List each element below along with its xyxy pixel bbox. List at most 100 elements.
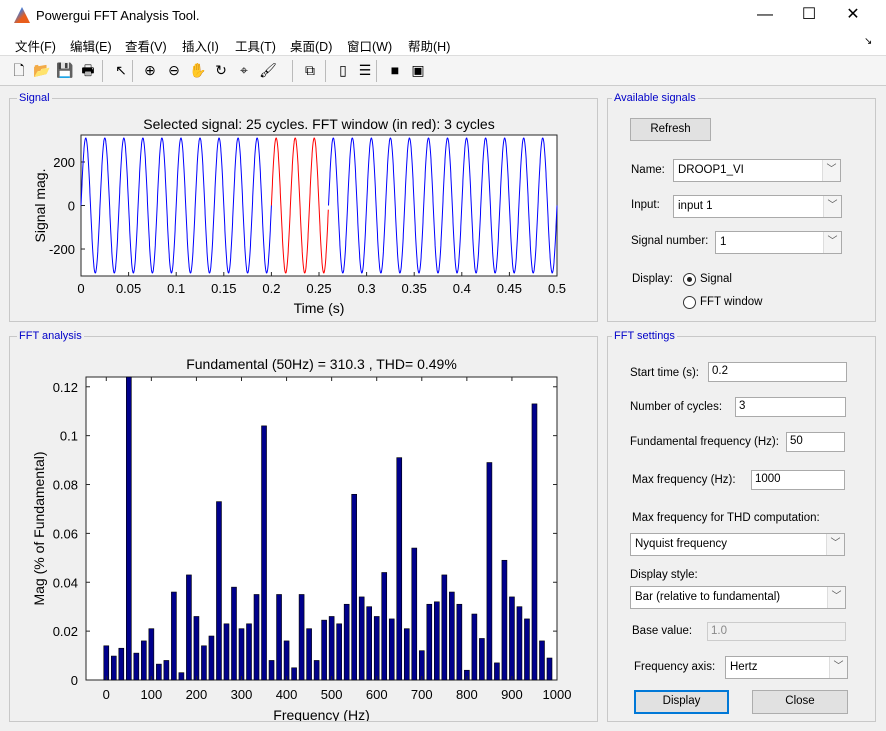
print-icon[interactable]: 🖶	[78, 60, 98, 80]
name-value: DROOP1_VI	[678, 164, 744, 176]
x-tick-label: 900	[501, 687, 523, 702]
data-cursor-icon[interactable]: ⌖	[234, 60, 254, 80]
colorbar-icon[interactable]: ▯	[333, 60, 353, 80]
x-tick-label: 0.45	[497, 281, 522, 296]
fft-bar	[186, 575, 191, 680]
cycles-input[interactable]: 3	[735, 397, 846, 417]
maximize-button[interactable]: ☐	[789, 4, 829, 28]
menu-file[interactable]: 文件(F)	[15, 36, 56, 55]
close-button[interactable]: Close	[752, 690, 848, 714]
fft-bar	[164, 660, 169, 680]
start-time-input[interactable]: 0.2	[708, 362, 847, 382]
menu-insert[interactable]: 插入(I)	[182, 36, 219, 55]
fft-bar	[284, 641, 289, 680]
hide-plot-tools-icon[interactable]: ■	[385, 60, 405, 80]
fft-bar	[472, 614, 477, 680]
rotate-3d-icon[interactable]: ↻	[211, 60, 231, 80]
dock-arrow-icon[interactable]: ↘	[864, 36, 872, 47]
display-fft-window-radio[interactable]	[683, 296, 696, 309]
y-tick-label: 0.04	[53, 575, 78, 590]
y-tick-label: 0.12	[53, 380, 78, 395]
thd-max-frequency-label: Max frequency for THD computation:	[632, 512, 820, 524]
menu-window[interactable]: 窗口(W)	[347, 36, 392, 55]
chart-title: Selected signal: 25 cycles. FFT window (…	[143, 116, 494, 132]
fft-bar	[179, 673, 184, 680]
display-style-select[interactable]: Bar (relative to fundamental)﹀	[630, 586, 846, 609]
fft-bar	[134, 653, 139, 680]
y-tick-label: 200	[53, 155, 75, 170]
y-tick-label: 0	[68, 199, 75, 214]
x-tick-label: 0.05	[116, 281, 141, 296]
display-fft-window-label[interactable]: FFT window	[700, 296, 762, 308]
fft-bar	[194, 616, 199, 680]
fft-bar	[224, 624, 229, 680]
x-tick-label: 0.2	[262, 281, 280, 296]
fft-bar	[427, 604, 432, 680]
fft-bar-chart: Fundamental (50Hz) = 310.3 , THD= 0.49%0…	[0, 338, 600, 721]
x-tick-label: 800	[456, 687, 478, 702]
zoom-in-icon[interactable]: ⊕	[140, 60, 160, 80]
new-file-icon[interactable]: 🗋	[9, 60, 29, 80]
fft-bar	[216, 502, 221, 680]
fft-bar	[434, 602, 439, 680]
base-value-label: Base value:	[632, 625, 692, 637]
fft-bar	[382, 572, 387, 680]
pan-hand-icon[interactable]: ✋	[188, 60, 208, 80]
display-signal-radio[interactable]	[683, 273, 696, 286]
link-plot-icon[interactable]: ⧉	[300, 60, 320, 80]
legend-icon[interactable]: ☰	[355, 60, 375, 80]
open-folder-icon[interactable]: 📂	[32, 60, 52, 80]
y-tick-label: -200	[49, 242, 75, 257]
window-title: Powergui FFT Analysis Tool.	[36, 8, 200, 23]
x-axis-label: Time (s)	[294, 300, 345, 316]
menu-help[interactable]: 帮助(H)	[408, 36, 450, 55]
pointer-icon[interactable]: ↖	[111, 60, 131, 80]
input-label: Input:	[631, 199, 660, 211]
frequency-axis-select[interactable]: Hertz﹀	[725, 656, 848, 679]
fft-bar	[314, 660, 319, 680]
brush-icon[interactable]: 🖌	[258, 60, 278, 80]
x-tick-label: 200	[186, 687, 208, 702]
fft-bar	[307, 629, 312, 680]
y-tick-label: 0.02	[53, 624, 78, 639]
fft-bar	[539, 641, 544, 680]
display-signal-label[interactable]: Signal	[700, 273, 732, 285]
menu-edit[interactable]: 编辑(E)	[70, 36, 112, 55]
x-tick-label: 0.3	[358, 281, 376, 296]
name-label: Name:	[631, 164, 665, 176]
fft-bar	[201, 646, 206, 680]
chevron-down-icon: ﹀	[823, 196, 841, 217]
signal-number-select[interactable]: 1﹀	[715, 231, 842, 254]
matlab-logo-icon	[14, 7, 30, 23]
save-icon[interactable]: 💾	[55, 60, 75, 80]
menu-desktop[interactable]: 桌面(D)	[290, 36, 332, 55]
fft-bar	[457, 604, 462, 680]
fft-bar	[209, 636, 214, 680]
toolbar-separator	[376, 60, 377, 82]
fft-bar	[367, 607, 372, 680]
fft-bar	[262, 426, 267, 680]
x-tick-label: 0	[103, 687, 110, 702]
menu-bar: 文件(F) 编辑(E) 查看(V) 插入(I) 工具(T) 桌面(D) 窗口(W…	[0, 31, 886, 56]
x-tick-label: 0.15	[211, 281, 236, 296]
fft-bar	[494, 663, 499, 680]
fft-bar	[412, 548, 417, 680]
menu-view[interactable]: 查看(V)	[125, 36, 167, 55]
signal-plot: Selected signal: 25 cycles. FFT window (…	[0, 100, 600, 325]
close-window-button[interactable]: ✕	[833, 4, 873, 28]
menu-tools[interactable]: 工具(T)	[235, 36, 276, 55]
display-button[interactable]: Display	[634, 690, 729, 714]
input-select[interactable]: input 1﹀	[673, 195, 842, 218]
fundamental-frequency-input[interactable]: 50	[786, 432, 845, 452]
fft-bar	[374, 616, 379, 680]
zoom-out-icon[interactable]: ⊖	[164, 60, 184, 80]
minimize-button[interactable]: —	[745, 4, 785, 28]
show-plot-tools-icon[interactable]: ▣	[408, 60, 428, 80]
cycles-label: Number of cycles:	[630, 401, 722, 413]
fft-bar	[517, 607, 522, 680]
thd-max-frequency-select[interactable]: Nyquist frequency﹀	[630, 533, 845, 556]
max-frequency-input[interactable]: 1000	[751, 470, 845, 490]
fft-bar	[329, 616, 334, 680]
refresh-button[interactable]: Refresh	[630, 118, 711, 141]
name-select[interactable]: DROOP1_VI﹀	[673, 159, 841, 182]
